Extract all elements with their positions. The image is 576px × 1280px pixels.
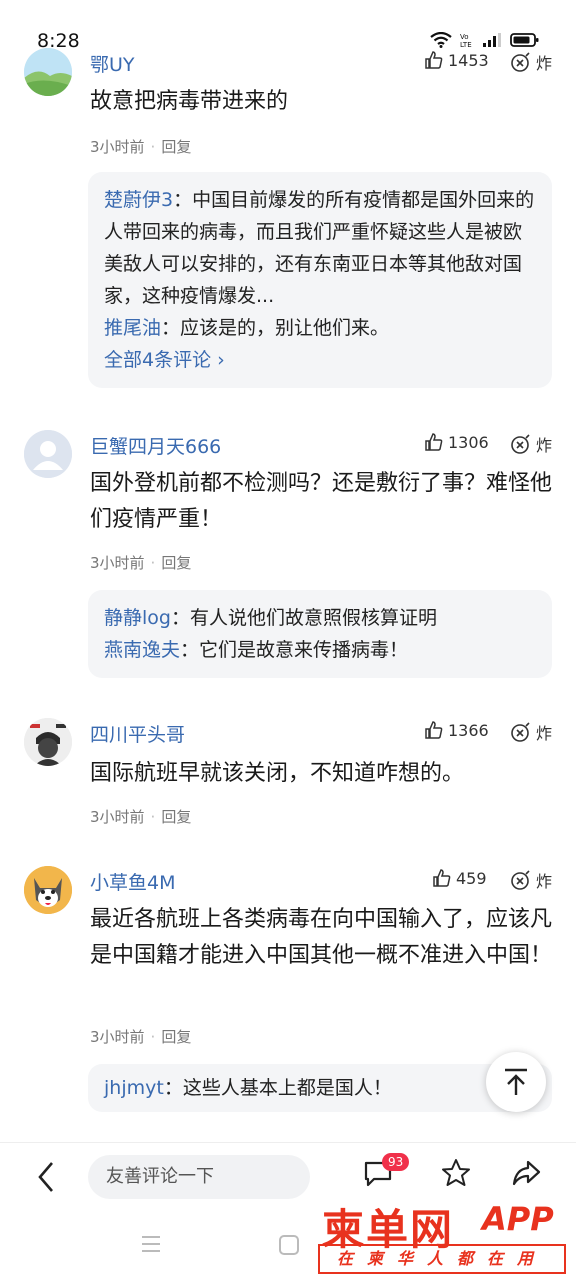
comment-time: 3小时前	[90, 138, 145, 156]
bomb-icon	[511, 52, 530, 72]
reply-author[interactable]: 静静log	[104, 607, 171, 629]
scroll-to-top-button[interactable]	[486, 1052, 546, 1112]
like-button[interactable]: 1366	[424, 720, 489, 740]
comment-item: 四川平头哥 1366 炸 国际航班早就该关闭，不知道咋想的。 3小时前 · 回复	[0, 716, 576, 836]
reply-link[interactable]: 回复	[161, 808, 191, 826]
like-count: 1453	[448, 50, 489, 70]
menu-icon	[142, 1236, 160, 1252]
reply-item[interactable]: 燕南逸夫：它们是故意来传播病毒！	[104, 634, 536, 666]
reply-item[interactable]: 推尾油：应该是的，别让他们来。	[104, 312, 536, 344]
comment-text: 最近各航班上各类病毒在向中国输入了，应该凡是中国籍才能进入中国其他一概不准进入中…	[90, 907, 553, 968]
home-button[interactable]	[278, 1234, 300, 1260]
chevron-left-icon	[38, 1162, 53, 1192]
like-count: 459	[456, 868, 487, 888]
like-button[interactable]: 1453	[424, 50, 489, 70]
reply-text: ：它们是故意来传播病毒！	[180, 639, 409, 661]
comment-meta: 3小时前 · 回复	[90, 138, 192, 156]
back-button[interactable]	[32, 1157, 60, 1201]
avatar[interactable]	[24, 866, 72, 914]
reply-link[interactable]: 回复	[161, 554, 191, 572]
reply-box[interactable]: 静静log：有人说他们故意照假核算证明 燕南逸夫：它们是故意来传播病毒！	[88, 590, 552, 678]
bomb-label: 炸	[535, 872, 552, 891]
thumbs-up-icon	[433, 869, 451, 887]
thumbs-up-icon	[425, 721, 443, 739]
comment-feed[interactable]: 鄂UY 1453 炸 故意把病毒带进来的 3小时前 · 回复 楚蔚伊3：中国目前爆发…	[0, 46, 576, 1142]
favorite-button[interactable]	[440, 1157, 472, 1193]
comment-meta: 3小时前 · 回复	[90, 554, 192, 572]
comment-author[interactable]: 巨蟹四月天666	[90, 432, 221, 459]
bomb-label: 炸	[535, 54, 552, 73]
arrow-up-icon	[505, 1068, 527, 1095]
like-button[interactable]: 459	[432, 868, 487, 888]
reply-item[interactable]: jhjmyt：这些人基本上都是国人！	[104, 1072, 536, 1104]
comment-item: 巨蟹四月天666 1306 炸 国外登机前都不检测吗？还是敷衍了事？难怪他们疫情…	[0, 428, 576, 688]
reply-box[interactable]: jhjmyt：这些人基本上都是国人！	[88, 1064, 552, 1112]
watermark-app: APP	[482, 1200, 554, 1238]
bomb-button[interactable]: 炸	[510, 720, 552, 744]
reply-author[interactable]: 楚蔚伊3	[104, 189, 173, 211]
share-icon	[512, 1160, 541, 1186]
reply-link[interactable]: 回复	[161, 1028, 191, 1046]
comment-meta: 3小时前 · 回复	[90, 1028, 192, 1046]
reply-link[interactable]: 回复	[161, 138, 191, 156]
comment-time: 3小时前	[90, 1028, 145, 1046]
comment-input[interactable]: 友善评论一下	[88, 1155, 310, 1199]
comment-author[interactable]: 四川平头哥	[90, 720, 185, 747]
comment-meta: 3小时前 · 回复	[90, 808, 192, 826]
like-button[interactable]: 1306	[424, 432, 489, 452]
reply-item[interactable]: 楚蔚伊3：中国目前爆发的所有疫情都是国外回来的人带回来的病毒，而且我们严重怀疑这…	[104, 184, 536, 312]
comment-time: 3小时前	[90, 554, 145, 572]
bomb-icon	[511, 434, 530, 454]
reply-author[interactable]: 燕南逸夫	[104, 639, 180, 661]
reply-text: ：这些人基本上都是国人！	[163, 1077, 392, 1099]
comment-item: 小草鱼4M 459 炸 最近各航班上各类病毒在向中国输入了，应该凡是中国籍才能进…	[0, 864, 576, 1142]
reply-item[interactable]: 静静log：有人说他们故意照假核算证明	[104, 602, 536, 634]
watermark-logo: 柬单网 APP 在柬华人都在用	[318, 1196, 568, 1278]
comment-text: 故意把病毒带进来的	[90, 89, 289, 114]
like-count: 1306	[448, 432, 489, 452]
reply-text: ：有人说他们故意照假核算证明	[170, 607, 437, 629]
comment-author[interactable]: 鄂UY	[90, 50, 135, 77]
comment-count-badge: 93	[382, 1153, 410, 1171]
thumbs-up-icon	[425, 433, 443, 451]
reply-author[interactable]: 推尾油	[104, 317, 161, 339]
comment-author[interactable]: 小草鱼4M	[90, 868, 175, 895]
like-count: 1366	[448, 720, 489, 740]
bomb-button[interactable]: 炸	[510, 432, 552, 456]
watermark-slogan: 在柬华人都在用	[318, 1244, 566, 1274]
reply-text: ：应该是的，别让他们来。	[161, 317, 390, 339]
bomb-button[interactable]: 炸	[510, 868, 552, 892]
bomb-label: 炸	[535, 724, 552, 743]
comment-text: 国外登机前都不检测吗？还是敷衍了事？难怪他们疫情严重！	[90, 471, 553, 532]
bomb-button[interactable]: 炸	[510, 50, 552, 74]
share-button[interactable]	[510, 1157, 542, 1193]
bomb-icon	[511, 722, 530, 742]
bomb-icon	[511, 870, 530, 890]
recent-apps-button[interactable]	[140, 1234, 162, 1258]
avatar[interactable]	[24, 48, 72, 96]
comment-time: 3小时前	[90, 808, 145, 826]
svg-text:Vo: Vo	[460, 33, 469, 41]
reply-box[interactable]: 楚蔚伊3：中国目前爆发的所有疫情都是国外回来的人带回来的病毒，而且我们严重怀疑这…	[88, 172, 552, 388]
avatar[interactable]	[24, 430, 72, 478]
square-icon	[279, 1235, 299, 1255]
comment-text: 国际航班早就该关闭，不知道咋想的。	[90, 761, 465, 786]
avatar[interactable]	[24, 718, 72, 766]
reply-author[interactable]: jhjmyt	[104, 1077, 164, 1099]
comment-item: 鄂UY 1453 炸 故意把病毒带进来的 3小时前 · 回复 楚蔚伊3：中国目前爆发…	[0, 46, 576, 388]
view-all-replies-link[interactable]: 全部4条评论 ›	[104, 344, 536, 376]
thumbs-up-icon	[425, 51, 443, 69]
bomb-label: 炸	[535, 436, 552, 455]
star-icon	[442, 1159, 470, 1186]
